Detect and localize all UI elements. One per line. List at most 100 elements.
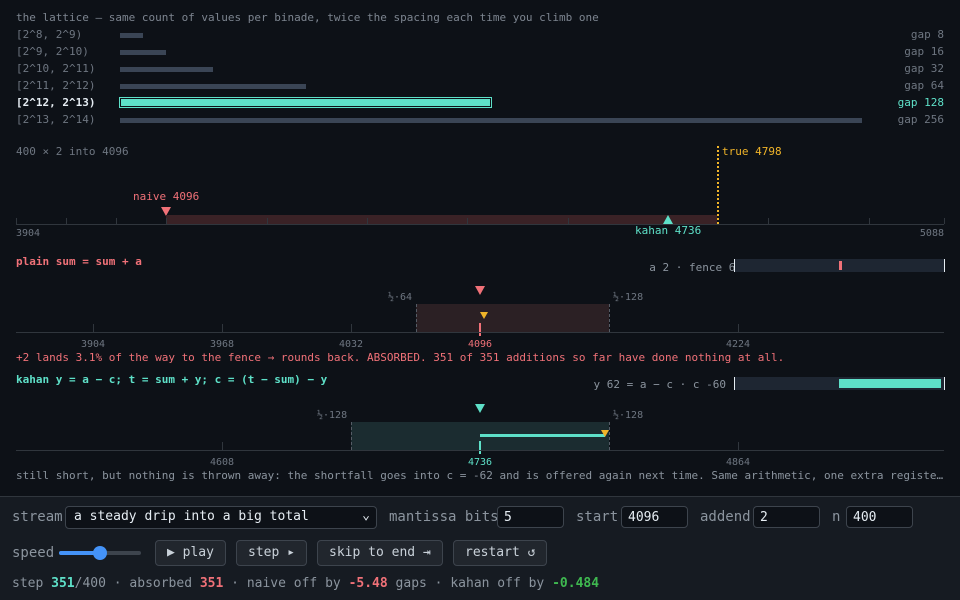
kahan-tick	[222, 442, 223, 450]
overview-tick	[869, 218, 870, 224]
plain-tick-label: 3904	[80, 339, 106, 350]
plain-fence-marker	[839, 261, 842, 270]
status-kahan-prefix: · kahan off by	[426, 576, 553, 591]
overview-range-start: 3904	[16, 228, 41, 239]
binade-range-label: [2^9, 2^10)	[16, 45, 89, 58]
kahan-fence-left	[351, 422, 352, 450]
kahan-fence-left-label: ½·128	[317, 410, 348, 421]
binade-row: [2^13, 2^14) gap 256	[16, 113, 944, 127]
binade-range-label: [2^11, 2^12)	[16, 79, 96, 92]
speed-slider-thumb[interactable]	[93, 546, 107, 560]
binade-gap-label: gap 256	[897, 113, 944, 126]
kahan-tick-label: 4608	[209, 457, 235, 468]
lattice-caption: the lattice — same count of values per b…	[16, 11, 599, 24]
status-gaps-word: gaps	[387, 576, 427, 591]
binade-gap-label: gap 128	[897, 96, 944, 109]
stream-select-value: a steady drip into a big total	[74, 509, 309, 524]
binade-gap-label: gap 32	[904, 62, 944, 75]
binade-spacing-bar	[120, 118, 862, 123]
overview-range-end: 5088	[919, 228, 944, 239]
step-button[interactable]: step ▸	[236, 540, 307, 566]
overview-tick	[568, 218, 569, 224]
play-button[interactable]: ▶ play	[155, 540, 226, 566]
plain-mini-label: a 2 · fence 64	[649, 261, 742, 274]
plain-axis	[16, 332, 944, 333]
plain-fence-left-label: ½·64	[388, 292, 413, 303]
binade-gap-label: gap 8	[910, 28, 944, 41]
plain-rounding-zone	[416, 304, 609, 332]
binade-row: [2^10, 2^11) gap 32	[16, 62, 944, 76]
binade-row: [2^12, 2^13) gap 128	[16, 96, 944, 110]
plain-fence-left	[416, 304, 417, 332]
start-input[interactable]	[621, 506, 688, 528]
plain-fence-right-label: ½·128	[613, 292, 644, 303]
status-naive-value: -5.48	[348, 576, 388, 591]
kahan-fence-fill	[839, 379, 941, 388]
plain-tick-label: 3968	[209, 339, 235, 350]
kahan-axis	[16, 450, 944, 451]
mantissa-bits-label: mantissa bits	[389, 509, 499, 525]
overview-tick	[16, 218, 17, 224]
status-absorbed-value: 351	[199, 576, 224, 591]
status-step-current: 351	[51, 576, 75, 591]
plain-tick	[351, 324, 352, 332]
skip-to-end-button[interactable]: skip to end ⇥	[317, 540, 443, 566]
kahan-target-icon	[601, 430, 609, 437]
status-naive-prefix: · naive off by	[223, 576, 349, 591]
kahan-tick-label: 4864	[725, 457, 751, 468]
plain-sum-pointer-icon	[475, 286, 485, 295]
overview-axis	[16, 224, 944, 225]
status-step-prefix: step	[12, 576, 52, 591]
binade-spacing-bar	[120, 33, 143, 38]
kahan-fence-meter	[734, 377, 945, 390]
speed-label: speed	[12, 545, 55, 561]
addend-input[interactable]	[753, 506, 820, 528]
overview-tick	[944, 218, 945, 224]
naive-value-label: naive 4096	[133, 190, 200, 203]
status-line: step 351/400 · absorbed 351 · naive off …	[12, 576, 599, 591]
stream-select[interactable]: a steady drip into a big total ⌄	[65, 506, 377, 529]
binade-spacing-bar	[120, 67, 213, 72]
plain-explanation: +2 lands 3.1% of the way to the fence → …	[16, 351, 785, 364]
overview-tick	[166, 218, 167, 224]
binade-spacing-bar	[120, 84, 306, 89]
plain-tick-label: 4224	[725, 339, 751, 350]
addend-label: addend	[700, 509, 751, 525]
kahan-explanation: still short, but nothing is thrown away:…	[16, 469, 944, 482]
binade-row: [2^11, 2^12) gap 64	[16, 79, 944, 93]
plain-tick	[738, 324, 739, 332]
plain-target-icon	[480, 312, 488, 319]
n-input[interactable]	[846, 506, 913, 528]
start-label: start	[576, 509, 619, 525]
kahan-fence-right	[609, 422, 610, 450]
restart-button[interactable]: restart ↺	[453, 540, 548, 566]
status-step-total: /400	[74, 576, 106, 591]
overview-tick	[367, 218, 368, 224]
binade-row: [2^9, 2^10) gap 16	[16, 45, 944, 59]
overview-tick	[467, 218, 468, 224]
plain-tick-label-current: 4096	[467, 339, 493, 350]
kahan-title: kahan y = a − c; t = sum + y; c = (t − s…	[16, 373, 328, 386]
stream-label: stream	[12, 509, 63, 525]
kahan-compensation-bar	[480, 434, 605, 437]
binade-gap-label: gap 16	[904, 45, 944, 58]
status-kahan-value: -0.484	[552, 576, 600, 591]
naive-shortfall-band	[166, 215, 717, 224]
overview-tick	[116, 218, 117, 224]
status-absorbed-prefix: · absorbed	[105, 576, 200, 591]
binade-range-label: [2^8, 2^9)	[16, 28, 83, 41]
kahan-sum-pointer-icon	[475, 404, 485, 413]
plain-fence-meter	[734, 259, 945, 272]
true-value-label: true 4798	[722, 145, 782, 158]
mantissa-bits-input[interactable]	[497, 506, 564, 528]
kahan-marker-icon	[663, 215, 673, 224]
kahan-mini-label: y 62 = a − c · c -60	[593, 378, 726, 391]
overview-caption: 400 × 2 into 4096	[16, 145, 129, 158]
overview-tick	[267, 218, 268, 224]
kahan-tick-label-current: 4736	[467, 457, 493, 468]
speed-slider[interactable]	[59, 546, 141, 560]
kahan-value-label: kahan 4736	[635, 224, 702, 237]
plain-title: plain sum = sum + a	[16, 255, 142, 268]
binade-gap-label: gap 64	[904, 79, 944, 92]
kahan-current-tick	[479, 441, 481, 454]
